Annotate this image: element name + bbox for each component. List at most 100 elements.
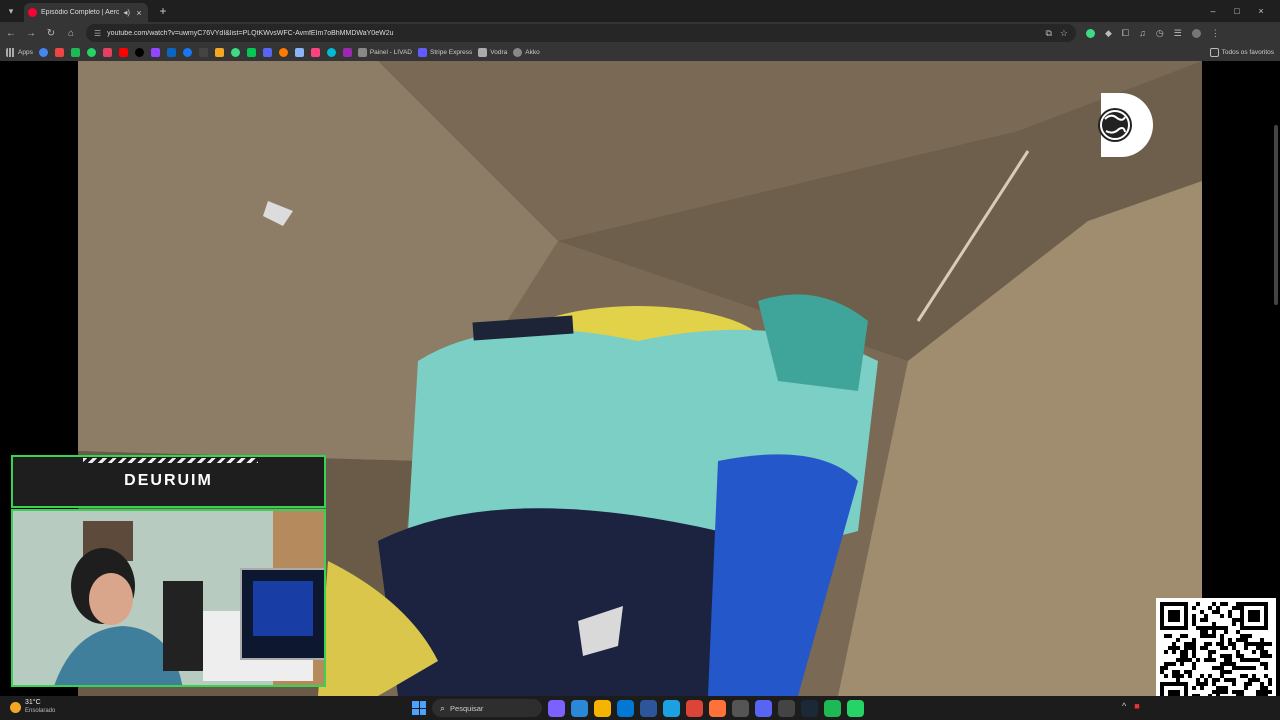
forward-arrow-icon[interactable]: →: [22, 24, 40, 42]
reading-list-icon[interactable]: ☰: [1174, 28, 1182, 39]
bookmark-favicon-icon[interactable]: [246, 48, 256, 57]
page-scrollbar[interactable]: [1274, 125, 1278, 305]
all-bookmarks[interactable]: Todos os favoritos: [1199, 44, 1274, 61]
outlook-icon[interactable]: [617, 699, 634, 717]
bookmark-favicon-icon[interactable]: [214, 48, 224, 57]
bookmark-stripe-express[interactable]: Stripe Express: [417, 48, 473, 57]
bookmark-favicon-icon[interactable]: [102, 48, 112, 57]
bookmark-favicon-icon[interactable]: [326, 48, 336, 57]
edge-icon[interactable]: [663, 699, 680, 717]
discovery-globe-logo: [1098, 93, 1153, 157]
bookmark-favicon-icon[interactable]: [294, 48, 304, 57]
bookmark-favicon-icon[interactable]: [182, 48, 192, 57]
weather-temperature: 31°C: [25, 699, 41, 706]
bookmark-star-icon[interactable]: ☆: [1060, 28, 1068, 39]
browser-tab-strip: ▾ Episódio Completo | Aerop ◂) × + – □ ×: [0, 0, 1280, 22]
window-controls: – □ ×: [1202, 0, 1272, 22]
extension-icon[interactable]: ◆: [1105, 28, 1112, 39]
bookmark-favicon-icon[interactable]: [150, 48, 160, 57]
webcam-feed: [11, 509, 326, 687]
install-app-icon[interactable]: ⧉: [1045, 28, 1051, 39]
bookmark-favicon-icon[interactable]: [118, 48, 128, 57]
sun-icon: [10, 701, 21, 713]
chrome-icon[interactable]: [686, 699, 703, 717]
tab-search-icon[interactable]: ▾: [0, 0, 22, 22]
bookmark-favicon-icon[interactable]: [310, 48, 320, 57]
url-text[interactable]: youtube.com/watch?v=uwmyC76VYdI&list=PLQ…: [107, 30, 1039, 37]
tray-app-icon[interactable]: ■: [1134, 701, 1139, 711]
bookmark-akko[interactable]: Akko: [513, 48, 540, 57]
folder-icon: [1209, 48, 1219, 57]
bookmark-favicon-icon[interactable]: [134, 48, 144, 57]
history-icon[interactable]: ◷: [1156, 28, 1164, 39]
address-bar[interactable]: ☰ youtube.com/watch?v=uwmyC76VYdI&list=P…: [86, 24, 1076, 42]
bookmark-label: Stripe Express: [429, 49, 473, 56]
minimize-button[interactable]: –: [1202, 0, 1224, 22]
bookmark-favicon-icon[interactable]: [230, 48, 240, 57]
bookmark-vodra[interactable]: Vodra: [478, 48, 507, 57]
extensions-puzzle-icon[interactable]: ⧠: [1122, 28, 1129, 39]
speaker-icon[interactable]: ◂): [123, 8, 130, 17]
new-tab-button[interactable]: +: [156, 4, 170, 18]
bookmark-painel-livad[interactable]: Painel - LIVAD: [357, 48, 412, 57]
bookmark-label: Painel - LIVAD: [369, 49, 412, 56]
close-window-button[interactable]: ×: [1250, 0, 1272, 22]
streamer-name: DEURUIM: [124, 472, 213, 489]
vodra-icon: [478, 48, 488, 57]
capcut-icon[interactable]: [732, 699, 749, 717]
system-tray: ^ ■: [1122, 701, 1140, 711]
menu-dots-icon[interactable]: ⋮: [1211, 28, 1220, 39]
bookmark-apps[interactable]: Apps: [6, 48, 33, 57]
bookmark-favicon-icon[interactable]: [54, 48, 64, 57]
spotify-icon[interactable]: [824, 699, 841, 717]
search-icon: ⌕: [440, 702, 446, 713]
search-label: Pesquisar: [450, 703, 484, 713]
discord-icon[interactable]: [755, 699, 772, 717]
bookmarks-bar: Apps Painel - LIVAD Stripe Express Vodra…: [0, 44, 1280, 61]
whatsapp-icon[interactable]: [847, 699, 864, 717]
bookmark-label: Akko: [525, 49, 540, 56]
store-icon[interactable]: [571, 699, 588, 717]
back-arrow-icon[interactable]: ←: [2, 24, 20, 42]
firefox-icon[interactable]: [709, 699, 726, 717]
tab-youtube[interactable]: Episódio Completo | Aerop ◂) ×: [24, 3, 148, 22]
profile-avatar[interactable]: [1191, 28, 1201, 38]
weather-widget[interactable]: 31°C Ensolarado: [10, 699, 55, 715]
tab-title: Episódio Completo | Aerop: [41, 9, 120, 16]
explorer-icon[interactable]: [594, 699, 611, 717]
taskbar-search[interactable]: ⌕ Pesquisar: [432, 699, 542, 717]
bookmark-favicon-icon[interactable]: [262, 48, 272, 57]
bookmark-icons: [38, 48, 352, 57]
screen: ▾ Episódio Completo | Aerop ◂) × + – □ ×…: [0, 0, 1280, 720]
extension-icon[interactable]: [1086, 28, 1095, 38]
tab-close-button[interactable]: ×: [134, 8, 144, 18]
bookmark-favicon-icon[interactable]: [38, 48, 48, 57]
site-info-icon[interactable]: ☰: [94, 29, 101, 38]
bookmark-favicon-icon[interactable]: [166, 48, 176, 57]
taskbar-center: ⌕ Pesquisar: [412, 696, 864, 720]
maximize-button[interactable]: □: [1226, 0, 1248, 22]
akko-icon: [513, 48, 523, 57]
obs-icon[interactable]: [778, 699, 795, 717]
browser-toolbar: ← → ↻ ⌂ ☰ youtube.com/watch?v=uwmyC76VYd…: [0, 22, 1280, 44]
home-icon[interactable]: ⌂: [62, 24, 80, 42]
bookmark-favicon-icon[interactable]: [278, 48, 288, 57]
extensions-area: ◆ ⧠ ♫ ◷ ☰ ⋮: [1086, 28, 1220, 39]
windows-start-icon[interactable]: [412, 701, 426, 715]
steam-icon[interactable]: [801, 699, 818, 717]
copilot-icon[interactable]: [548, 699, 565, 717]
bookmark-favicon-icon[interactable]: [198, 48, 208, 57]
livad-icon: [357, 48, 367, 57]
windows-taskbar: 31°C Ensolarado ⌕ Pesquisar ^ ■: [0, 696, 1280, 720]
reload-icon[interactable]: ↻: [42, 24, 60, 42]
apps-grid-icon: [6, 48, 15, 57]
bookmark-favicon-icon[interactable]: [70, 48, 80, 57]
bookmark-favicon-icon[interactable]: [342, 48, 352, 57]
decorative-stripes: [83, 458, 258, 463]
media-control-icon[interactable]: ♫: [1139, 28, 1146, 38]
tray-overflow-icon[interactable]: ^: [1122, 701, 1126, 711]
bookmark-favicon-icon[interactable]: [86, 48, 96, 57]
webcam-image: [13, 511, 324, 685]
word-icon[interactable]: [640, 699, 657, 717]
all-bookmarks-label: Todos os favoritos: [1221, 49, 1274, 56]
